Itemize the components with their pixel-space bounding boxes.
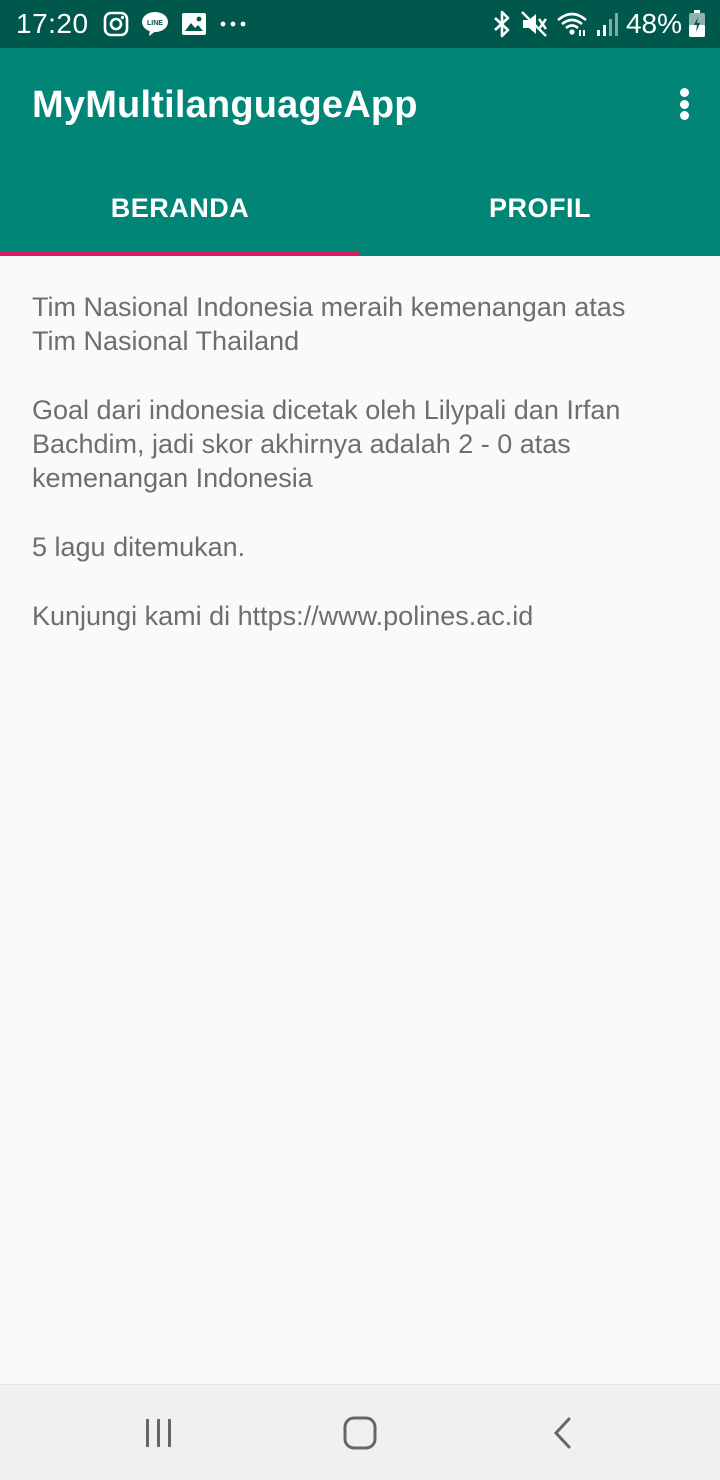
overflow-dot: [679, 99, 689, 109]
tab-profil[interactable]: PROFIL: [360, 164, 720, 256]
app-bar: MyMultilanguageApp: [0, 48, 720, 164]
overflow-dot: [679, 88, 689, 97]
overflow-dot: [679, 111, 689, 120]
status-left: 17:20 LINE: [16, 8, 259, 40]
songs-found-text: 5 lagu ditemukan.: [32, 532, 246, 562]
news-detail: Goal dari indonesia dicetak oleh Lilypal…: [32, 395, 621, 493]
tab-label: PROFIL: [489, 192, 591, 223]
status-right: 48%: [492, 8, 706, 40]
line-icon: LINE: [141, 11, 169, 37]
tab-indicator: [0, 251, 360, 256]
main-content: Tim Nasional Indonesia meraih kemenangan…: [32, 290, 672, 668]
navigation-bar: [0, 1384, 720, 1480]
gallery-icon: [181, 12, 207, 36]
tab-bar: BERANDA PROFIL: [0, 164, 720, 256]
svg-text:LINE: LINE: [147, 20, 163, 27]
app-title: MyMultilanguageApp: [32, 84, 418, 126]
tab-label: BERANDA: [110, 192, 250, 223]
news-headline: Tim Nasional Indonesia meraih kemenangan…: [32, 292, 626, 356]
battery-percent: 48%: [625, 8, 682, 39]
battery-icon: [688, 10, 706, 38]
back-icon[interactable]: [542, 1413, 582, 1453]
instagram-icon: [103, 11, 129, 37]
status-time: 17:20: [16, 8, 89, 39]
tab-beranda[interactable]: BERANDA: [0, 164, 360, 256]
home-icon[interactable]: [340, 1413, 380, 1453]
more-dots-icon: [219, 20, 247, 28]
signal-icon: [596, 11, 618, 37]
visit-link-text[interactable]: Kunjungi kami di https://www.polines.ac.…: [32, 599, 672, 633]
recents-icon[interactable]: [139, 1413, 179, 1453]
wifi-icon: [556, 11, 588, 37]
bluetooth-icon: [492, 10, 512, 38]
status-bar: 17:20 LINE 48%: [0, 0, 720, 48]
mute-icon: [520, 10, 548, 38]
more-vert-icon[interactable]: [672, 84, 696, 124]
